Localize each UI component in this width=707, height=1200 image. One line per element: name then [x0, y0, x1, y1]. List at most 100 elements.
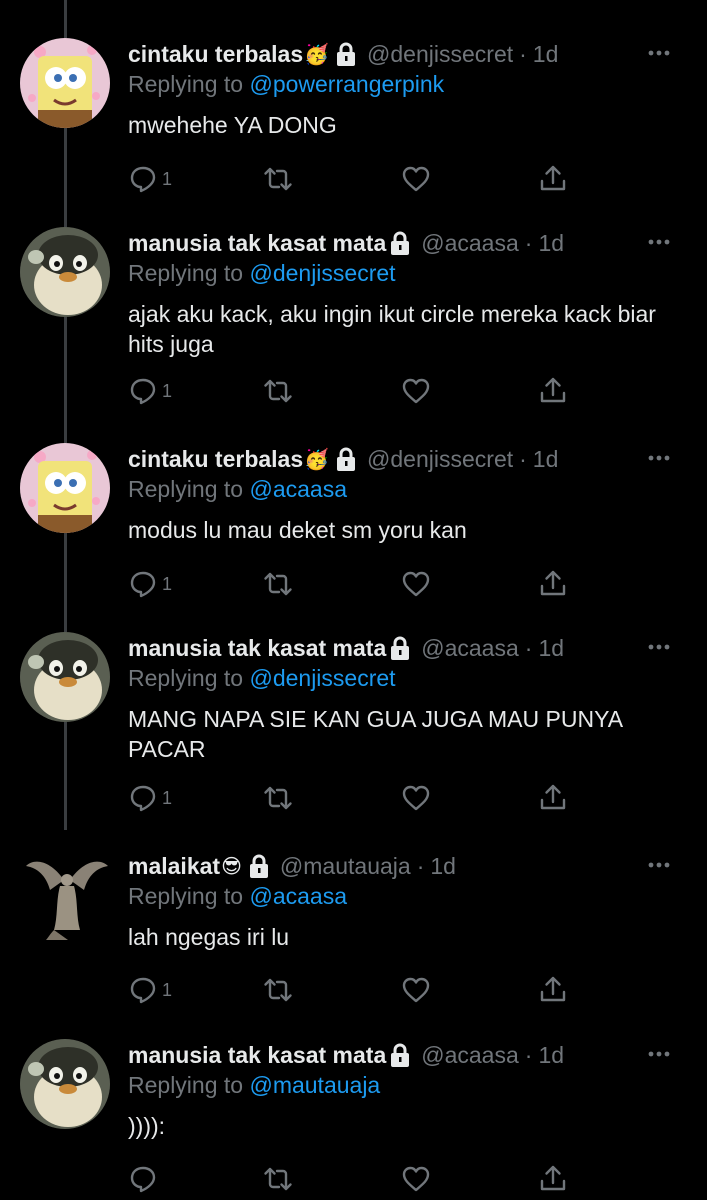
angel-statue-avatar[interactable] — [20, 850, 110, 940]
penguin-avatar[interactable] — [20, 632, 110, 722]
timestamp[interactable]: 1d — [538, 635, 564, 662]
more-options-icon[interactable] — [647, 640, 671, 654]
mention-link[interactable]: @acaasa — [249, 883, 347, 909]
display-name[interactable]: cintaku terbalas — [128, 41, 303, 68]
tweet-actions: 1 — [128, 163, 588, 199]
more-options-icon[interactable] — [647, 46, 671, 60]
tweet[interactable]: cintaku terbalas 🥳 @denjissecret · 1d Re… — [0, 38, 707, 208]
penguin-avatar[interactable] — [20, 227, 110, 317]
replying-to: Replying to @mautauaja — [128, 1072, 380, 1099]
reply-icon — [128, 376, 158, 406]
separator-dot: · — [524, 634, 533, 661]
username-handle[interactable]: @denjissecret — [367, 446, 513, 473]
more-options-icon[interactable] — [647, 1047, 671, 1061]
mention-link[interactable]: @denjissecret — [249, 260, 395, 286]
penguin-avatar[interactable] — [20, 1039, 110, 1129]
reply-button[interactable]: 1 — [128, 974, 172, 1006]
name-emoji: 🥳 — [304, 448, 330, 471]
reply-button[interactable]: 1 — [128, 568, 172, 600]
timestamp[interactable]: 1d — [533, 41, 559, 68]
separator-dot: · — [524, 229, 533, 256]
more-options-icon[interactable] — [647, 858, 671, 872]
tweet-header: cintaku terbalas 🥳 @denjissecret · 1d — [128, 443, 637, 475]
reply-button[interactable] — [128, 1163, 162, 1195]
mention-link[interactable]: @denjissecret — [249, 665, 395, 691]
separator-dot: · — [524, 1041, 533, 1068]
like-button[interactable] — [401, 163, 431, 195]
timestamp[interactable]: 1d — [533, 446, 559, 473]
share-button[interactable] — [538, 375, 568, 407]
separator-dot: · — [416, 852, 425, 879]
display-name[interactable]: malaikat — [128, 853, 220, 880]
display-name[interactable]: cintaku terbalas — [128, 446, 303, 473]
heart-icon — [401, 783, 431, 813]
timestamp[interactable]: 1d — [538, 230, 564, 257]
reply-button[interactable]: 1 — [128, 782, 172, 814]
heart-icon — [401, 975, 431, 1005]
replying-to-label: Replying to — [128, 476, 250, 502]
like-button[interactable] — [401, 375, 431, 407]
share-button[interactable] — [538, 163, 568, 195]
replying-to-label: Replying to — [128, 883, 250, 909]
username-handle[interactable]: @mautauaja — [280, 853, 411, 880]
reply-icon — [128, 975, 158, 1005]
replying-to-label: Replying to — [128, 71, 250, 97]
mention-link[interactable]: @acaasa — [249, 476, 347, 502]
more-options-icon[interactable] — [647, 451, 671, 465]
like-button[interactable] — [401, 1163, 431, 1195]
username-handle[interactable]: @acaasa — [421, 635, 519, 662]
display-name[interactable]: manusia tak kasat mata — [128, 635, 386, 662]
spongebob-avatar[interactable] — [20, 443, 110, 533]
mention-link[interactable]: @powerrangerpink — [249, 71, 444, 97]
tweet-header: malaikat 😎 @mautauaja · 1d — [128, 850, 637, 882]
username-handle[interactable]: @acaasa — [421, 230, 519, 257]
like-button[interactable] — [401, 974, 431, 1006]
username-handle[interactable]: @denjissecret — [367, 41, 513, 68]
tweet[interactable]: manusia tak kasat mata @acaasa · 1d Repl… — [0, 632, 707, 832]
timestamp[interactable]: 1d — [538, 1042, 564, 1069]
tweet[interactable]: malaikat 😎 @mautauaja · 1d Replying to @… — [0, 850, 707, 1020]
protected-lock-icon — [389, 635, 411, 661]
replying-to-label: Replying to — [128, 1072, 250, 1098]
retweet-button[interactable] — [263, 974, 293, 1006]
heart-icon — [401, 164, 431, 194]
retweet-icon — [263, 164, 293, 194]
like-button[interactable] — [401, 568, 431, 600]
spongebob-avatar[interactable] — [20, 38, 110, 128]
retweet-button[interactable] — [263, 1163, 293, 1195]
tweet-actions: 1 — [128, 782, 588, 818]
tweet-header: cintaku terbalas 🥳 @denjissecret · 1d — [128, 38, 637, 70]
retweet-button[interactable] — [263, 568, 293, 600]
replying-to: Replying to @denjissecret — [128, 665, 396, 692]
share-button[interactable] — [538, 974, 568, 1006]
timestamp[interactable]: 1d — [430, 853, 456, 880]
reply-count: 1 — [162, 380, 173, 401]
like-button[interactable] — [401, 782, 431, 814]
display-name[interactable]: manusia tak kasat mata — [128, 1042, 386, 1069]
display-name[interactable]: manusia tak kasat mata — [128, 230, 386, 257]
reply-button[interactable]: 1 — [128, 375, 172, 407]
retweet-button[interactable] — [263, 163, 293, 195]
name-emoji: 🥳 — [304, 43, 330, 66]
share-button[interactable] — [538, 568, 568, 600]
tweet[interactable]: cintaku terbalas 🥳 @denjissecret · 1d Re… — [0, 443, 707, 613]
username-handle[interactable]: @acaasa — [421, 1042, 519, 1069]
share-button[interactable] — [538, 1163, 568, 1195]
tweet-text: )))): — [128, 1113, 166, 1139]
retweet-button[interactable] — [263, 375, 293, 407]
share-button[interactable] — [538, 782, 568, 814]
separator-dot: · — [519, 445, 527, 472]
mention-link[interactable]: @mautauaja — [249, 1072, 380, 1098]
reply-button[interactable]: 1 — [128, 163, 172, 195]
share-icon — [538, 1164, 568, 1194]
retweet-button[interactable] — [263, 782, 293, 814]
tweet-header: manusia tak kasat mata @acaasa · 1d — [128, 1039, 637, 1071]
heart-icon — [401, 376, 431, 406]
heart-icon — [401, 569, 431, 599]
reply-icon — [128, 783, 158, 813]
tweet[interactable]: manusia tak kasat mata @acaasa · 1d Repl… — [0, 1039, 707, 1200]
replying-to-label: Replying to — [128, 665, 250, 691]
more-options-icon[interactable] — [647, 235, 671, 249]
tweet[interactable]: manusia tak kasat mata @acaasa · 1d Repl… — [0, 227, 707, 427]
retweet-icon — [263, 569, 293, 599]
